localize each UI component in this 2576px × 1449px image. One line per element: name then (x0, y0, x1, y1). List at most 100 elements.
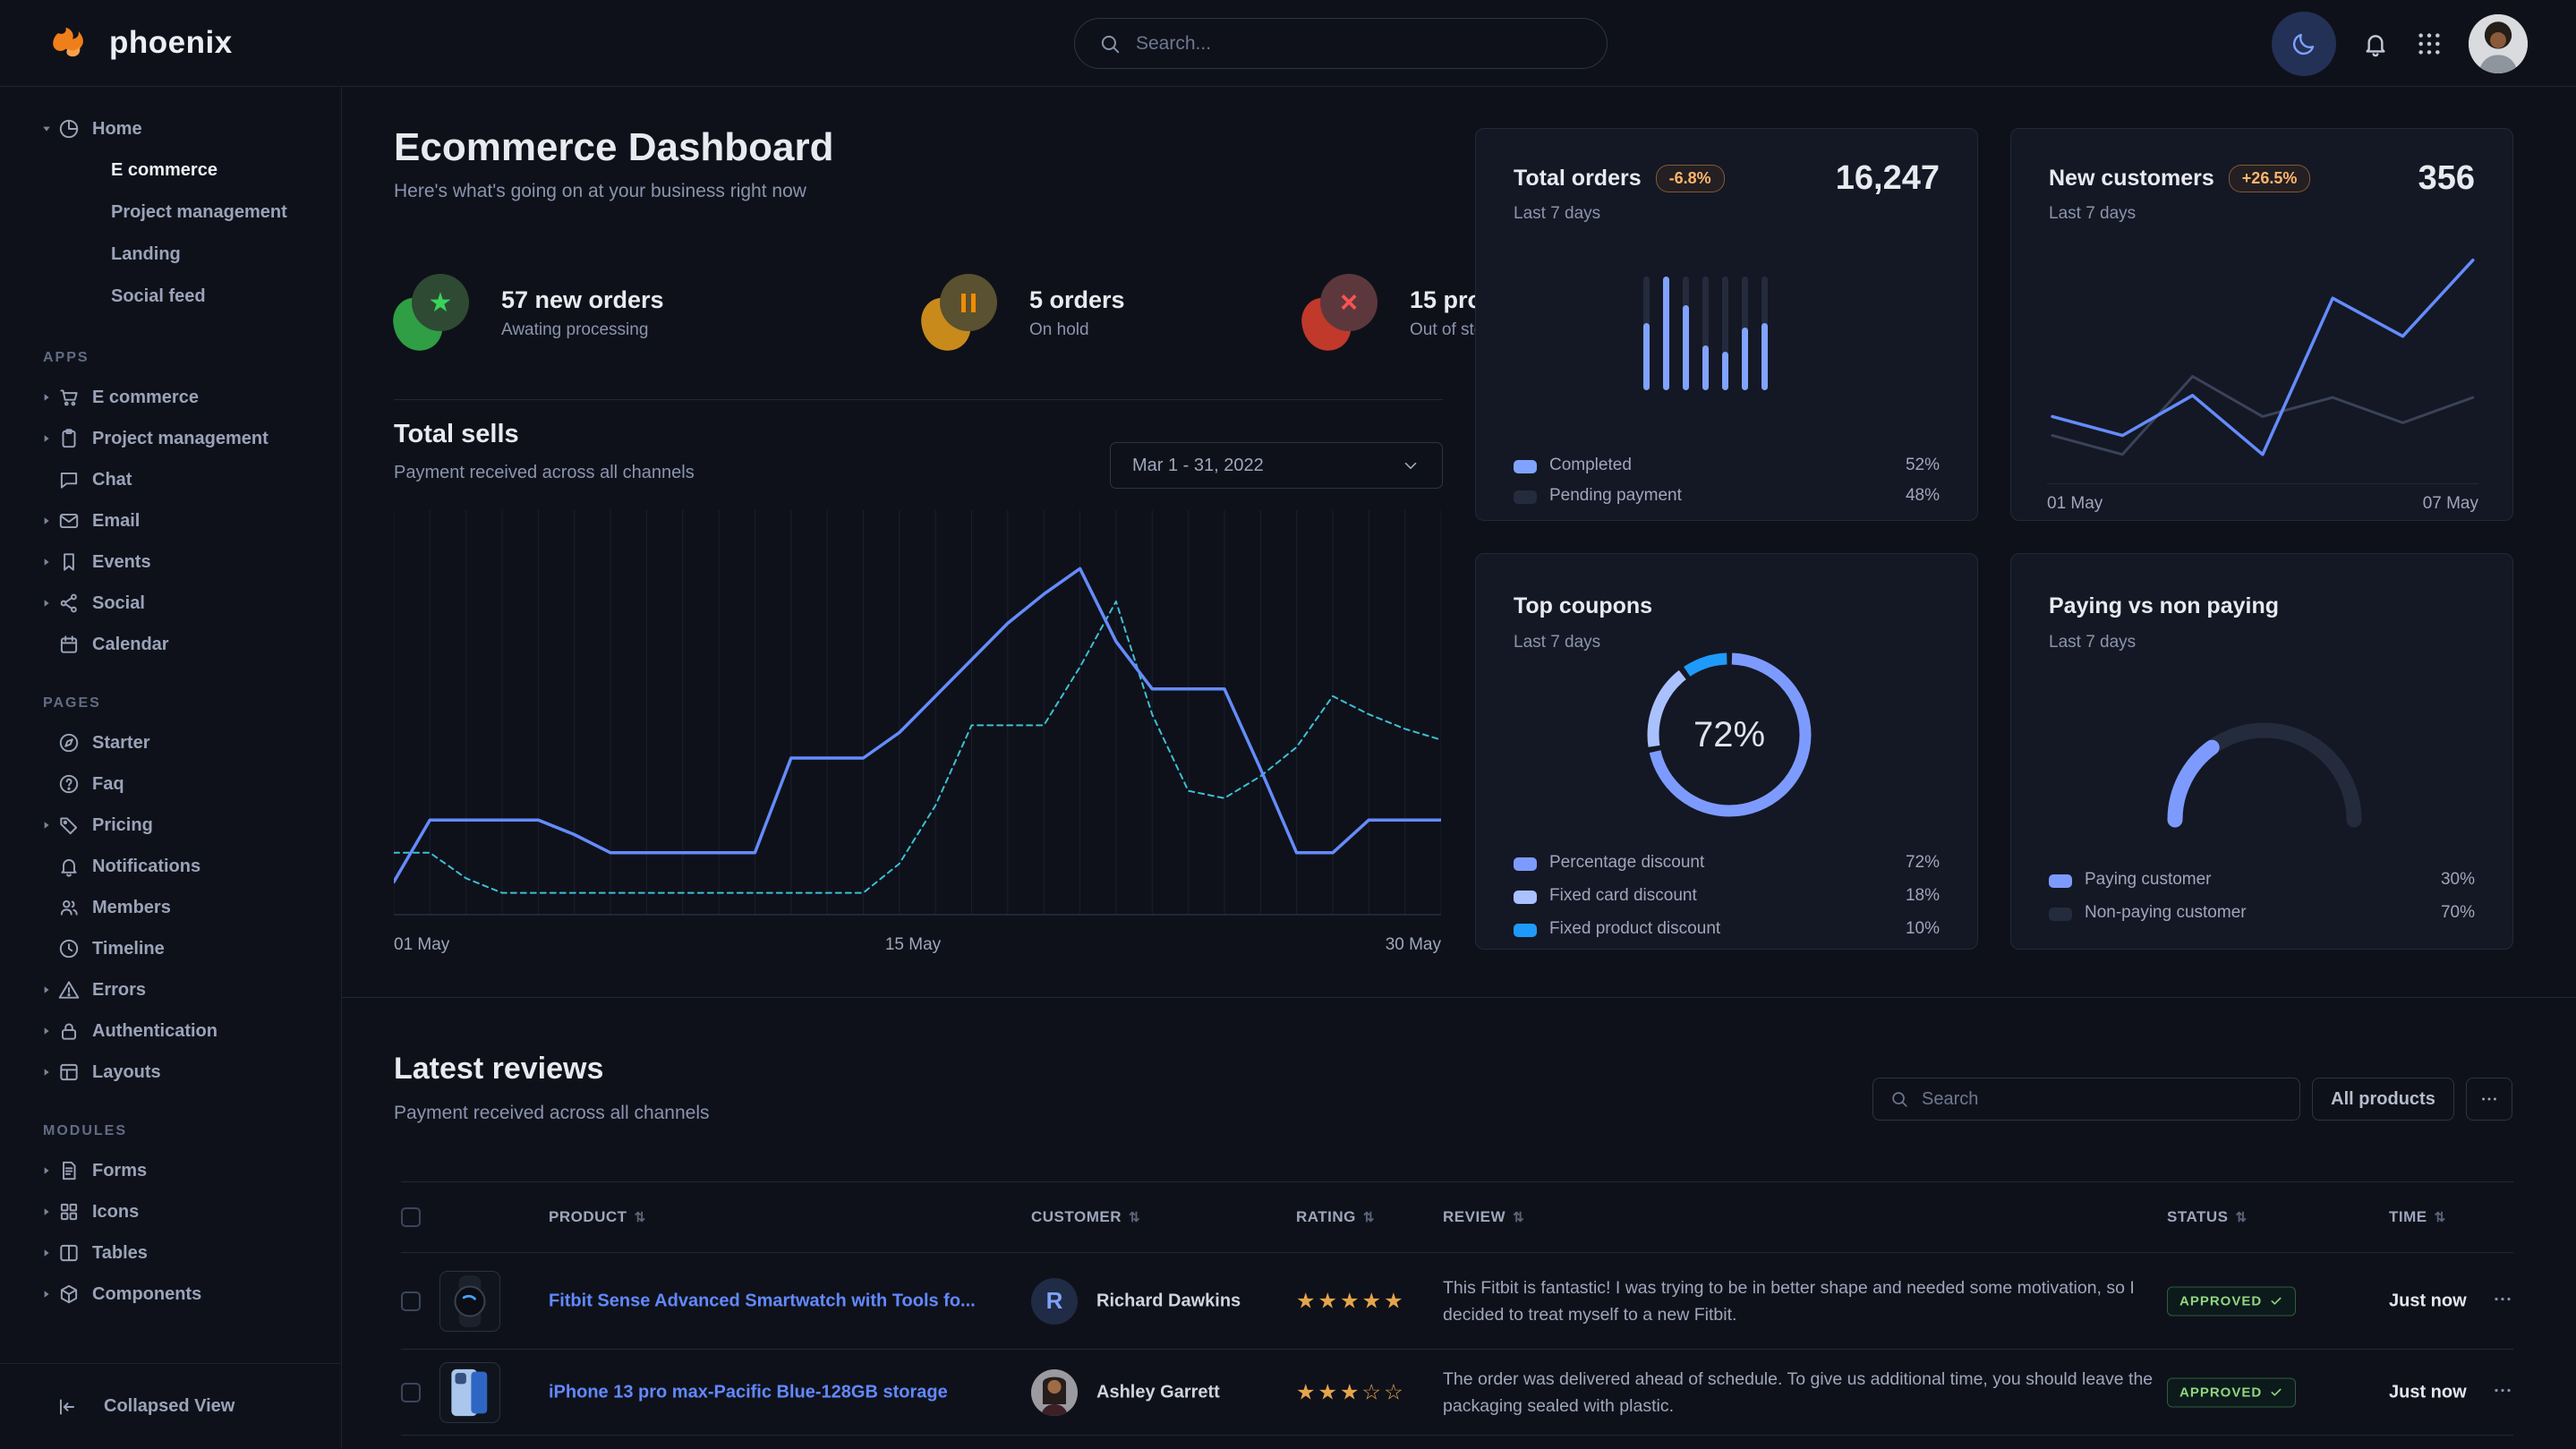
profile-avatar[interactable] (2469, 14, 2528, 73)
column-header-time[interactable]: TIME⇅ (2389, 1182, 2446, 1252)
reviews-more-button[interactable] (2466, 1078, 2512, 1121)
sidebar-item-faq[interactable]: Faq (0, 763, 341, 805)
sidebar-item-pricing[interactable]: Pricing (0, 805, 341, 846)
on-hold-pause-icon (922, 274, 999, 351)
sidebar-item-layouts[interactable]: Layouts (0, 1052, 341, 1093)
select-all-checkbox[interactable] (401, 1207, 421, 1227)
sidebar-item-calendar[interactable]: Calendar (0, 624, 341, 665)
sidebar-item-events[interactable]: Events (0, 541, 341, 583)
top-coupons-card: Top coupons Last 7 days 72% Percentage d… (1475, 553, 1978, 950)
review-text: This Fitbit is fantastic! I was trying t… (1443, 1274, 2168, 1327)
table-row-partial (401, 1436, 2513, 1449)
sidebar-item-social[interactable]: Social (0, 583, 341, 624)
global-search-input[interactable]: Search... (1074, 18, 1608, 69)
new-customers-line-chart (2047, 254, 2478, 473)
date-range-select[interactable]: Mar 1 - 31, 2022 (1110, 442, 1443, 489)
row-checkbox[interactable] (401, 1383, 421, 1402)
all-products-button[interactable]: All products (2312, 1078, 2454, 1121)
column-header-customer[interactable]: CUSTOMER⇅ (1031, 1182, 1140, 1252)
sidebar-section-modules: MODULES (0, 1123, 341, 1139)
review-time: Just now (2389, 1382, 2467, 1402)
collapse-view-icon (55, 1395, 79, 1419)
sidebar-item-components[interactable]: Components (0, 1274, 341, 1315)
column-header-review[interactable]: REVIEW⇅ (1443, 1182, 1524, 1252)
x-axis-label: 15 May (882, 935, 944, 955)
envelope-icon (57, 509, 81, 533)
reviews-search-input[interactable]: Search (1872, 1078, 2300, 1121)
x-axis-label: 07 May (2416, 494, 2478, 514)
card-title: Paying vs non paying (2049, 593, 2279, 619)
apps-grid-button[interactable] (2415, 30, 2444, 58)
sidebar-item-home[interactable]: Home (0, 108, 341, 149)
sidebar-item-landing[interactable]: Landing (0, 234, 341, 276)
product-link[interactable]: iPhone 13 pro max-Pacific Blue-128GB sto… (549, 1382, 948, 1402)
review-time: Just now (2389, 1291, 2467, 1311)
sidebar-item-ecommerce-app[interactable]: E commerce (0, 377, 341, 418)
sidebar-item-timeline[interactable]: Timeline (0, 928, 341, 969)
lock-icon (57, 1019, 81, 1043)
sidebar-item-members[interactable]: Members (0, 887, 341, 928)
stat-new-orders: ★ 57 new orders Awating processing (394, 270, 770, 355)
customer-name[interactable]: Ashley Garrett (1096, 1382, 1220, 1402)
compass-icon (57, 731, 81, 754)
check-icon (2269, 1294, 2283, 1308)
sidebar: Home E commerce Project management Landi… (0, 87, 342, 1449)
date-range-value: Mar 1 - 31, 2022 (1132, 456, 1264, 476)
sidebar-item-project-management-dashboard[interactable]: Project management (0, 192, 341, 234)
top-navbar: phoenix Search... (0, 0, 2576, 87)
sidebar-item-chat[interactable]: Chat (0, 459, 341, 500)
notifications-button[interactable] (2361, 30, 2390, 58)
share-nodes-icon (57, 592, 81, 615)
total-sells-title: Total sells (394, 420, 519, 449)
sidebar-section-apps: APPS (0, 350, 341, 366)
layout-icon (57, 1061, 81, 1084)
legend-percentage-discount: Percentage discount 72% (1514, 852, 1940, 879)
ellipsis-icon (2492, 1298, 2513, 1313)
ecommerce-dashboard-app: phoenix Search... (0, 0, 2576, 1449)
sidebar-item-forms[interactable]: Forms (0, 1150, 341, 1191)
row-checkbox[interactable] (401, 1291, 421, 1311)
column-header-rating[interactable]: RATING⇅ (1296, 1182, 1375, 1252)
sidebar-item-e-commerce-dashboard[interactable]: E commerce (0, 149, 341, 192)
theme-toggle-button[interactable] (2272, 12, 2336, 76)
brand-name: phoenix (109, 25, 233, 61)
sidebar-item-authentication[interactable]: Authentication (0, 1010, 341, 1052)
legend-fixed-card-discount: Fixed card discount 18% (1514, 885, 1940, 912)
row-menu-button[interactable] (2492, 1379, 2513, 1405)
card-period: Last 7 days (2049, 633, 2136, 652)
sidebar-section-pages: PAGES (0, 695, 341, 712)
sidebar-item-errors[interactable]: Errors (0, 969, 341, 1010)
sidebar-item-icons[interactable]: Icons (0, 1191, 341, 1232)
product-thumbnail[interactable] (439, 1362, 500, 1423)
sidebar-item-email[interactable]: Email (0, 500, 341, 541)
column-header-status[interactable]: STATUS⇅ (2167, 1182, 2248, 1252)
total-orders-value: 16,247 (1836, 159, 1940, 198)
brand-logo[interactable]: phoenix (48, 20, 233, 66)
customer-name[interactable]: Richard Dawkins (1096, 1291, 1241, 1311)
customer-avatar[interactable]: R (1031, 1278, 1078, 1325)
paying-vs-non-paying-card: Paying vs non paying Last 7 days Paying … (2010, 553, 2513, 950)
customer-avatar[interactable] (1031, 1369, 1078, 1416)
sidebar-item-label: Home (92, 119, 142, 140)
row-menu-button[interactable] (2492, 1288, 2513, 1314)
product-link[interactable]: Fitbit Sense Advanced Smartwatch with To… (549, 1291, 976, 1311)
phoenix-flame-icon (48, 20, 95, 66)
total-sells-line-chart (394, 510, 1441, 926)
check-icon (2269, 1385, 2283, 1400)
sidebar-item-notifications[interactable]: Notifications (0, 846, 341, 887)
sidebar-item-project-management-app[interactable]: Project management (0, 418, 341, 459)
review-text: The order was delivered ahead of schedul… (1443, 1365, 2168, 1419)
sidebar-item-social-feed[interactable]: Social feed (0, 276, 341, 318)
status-badge: APPROVED (2167, 1377, 2296, 1407)
cart-icon (57, 386, 81, 409)
legend-pending-payment: Pending payment 48% (1514, 485, 1940, 512)
collapse-sidebar-button[interactable]: Collapsed View (0, 1363, 341, 1449)
ellipsis-icon (2492, 1389, 2513, 1404)
product-thumbnail[interactable] (439, 1271, 500, 1332)
sidebar-item-tables[interactable]: Tables (0, 1232, 341, 1274)
column-header-product[interactable]: PRODUCT⇅ (549, 1182, 646, 1252)
total-sells-subtitle: Payment received across all channels (394, 463, 695, 483)
bell-icon (2361, 30, 2390, 58)
sidebar-item-starter[interactable]: Starter (0, 722, 341, 763)
card-period: Last 7 days (1514, 204, 1600, 224)
